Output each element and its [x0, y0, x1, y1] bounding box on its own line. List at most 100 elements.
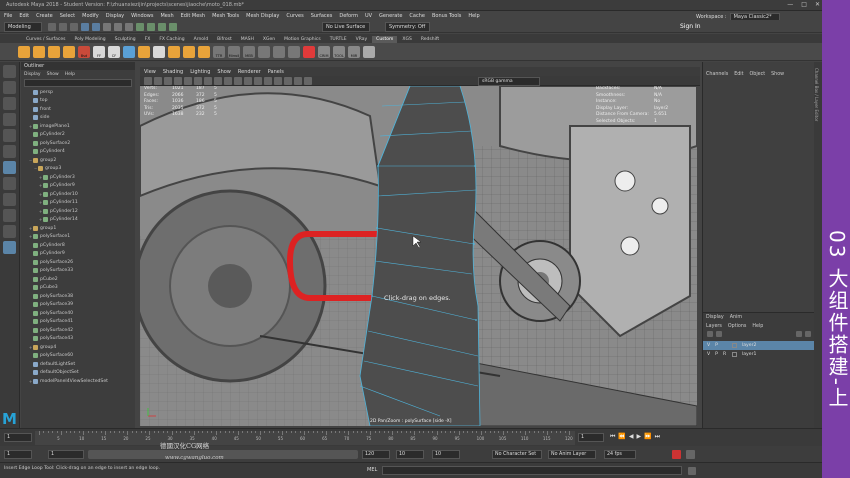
outliner-item[interactable]: polySurface42: [21, 326, 135, 335]
symmetry-dropdown[interactable]: Symmetry: Off: [385, 22, 430, 32]
layer-row[interactable]: V P Rlayer1: [703, 350, 815, 359]
camera-select-icon[interactable]: [144, 77, 152, 85]
outliner-menu-help[interactable]: Help: [65, 72, 75, 77]
shelf-tab-xgen[interactable]: XGen: [259, 36, 279, 43]
viewport-menu-show[interactable]: Show: [217, 69, 231, 75]
layer-visible-toggle[interactable]: V: [707, 343, 710, 348]
outliner-item[interactable]: defaultObjectSet: [21, 369, 135, 378]
layer-tab-anim[interactable]: Anim: [730, 315, 742, 320]
channel-menu-show[interactable]: Show: [771, 72, 784, 77]
shelf-button-9[interactable]: [138, 45, 150, 58]
shelf-button-11[interactable]: [168, 45, 180, 58]
outliner-item[interactable]: polySurface26: [21, 258, 135, 267]
layer-menu-help[interactable]: Help: [752, 324, 763, 329]
outliner-item[interactable]: pCylinder9: [21, 250, 135, 259]
select-component-icon[interactable]: [125, 23, 133, 31]
channel-menu-channels[interactable]: Channels: [706, 72, 728, 77]
outliner-item[interactable]: polySurface41: [21, 318, 135, 327]
shelf-tab-poly-modeling[interactable]: Poly Modeling: [71, 36, 110, 43]
menu-curves[interactable]: Curves: [286, 13, 303, 19]
new-scene-icon[interactable]: [48, 23, 56, 31]
outliner-item[interactable]: pCube3: [21, 284, 135, 293]
shelf-tab-vray[interactable]: VRay: [352, 36, 372, 43]
textured-icon[interactable]: [264, 77, 272, 85]
layer-playback-toggle[interactable]: P: [715, 343, 718, 348]
shelf-tab-fx-caching[interactable]: FX Caching: [155, 36, 188, 43]
smooth-shade-icon[interactable]: [254, 77, 262, 85]
time-ticks[interactable]: 5 10 15 20 25 30 35 40 45 50 55 60 65 70 75 80 85 90 95 100…: [35, 431, 575, 445]
shelf-button-4[interactable]: [63, 45, 75, 58]
layout-persp-icon[interactable]: [3, 241, 16, 254]
shelf-button-23[interactable]: MIR: [348, 45, 360, 58]
outliner-menu-display[interactable]: Display: [24, 72, 41, 77]
rotate-tool-icon[interactable]: [3, 129, 16, 142]
layer-tab-display[interactable]: Display: [706, 315, 724, 320]
menuset-dropdown[interactable]: Modeling: [4, 22, 42, 32]
move-tool-icon[interactable]: [3, 113, 16, 126]
step-back-icon[interactable]: ⏪: [618, 433, 625, 441]
shelf-tab-bifrost[interactable]: Bifrost: [213, 36, 236, 43]
shelf-tab-curves-surfaces[interactable]: Curves / Surfaces: [22, 36, 70, 43]
close-button[interactable]: ✕: [815, 1, 820, 8]
outliner-item[interactable]: + pCylinder10: [21, 190, 135, 199]
layer-visible-toggle[interactable]: V: [707, 352, 710, 357]
outliner-item[interactable]: top: [21, 97, 135, 106]
channel-menu-edit[interactable]: Edit: [734, 72, 743, 77]
viewport-menu-panels[interactable]: Panels: [268, 69, 284, 75]
lasso-tool-icon[interactable]: [3, 81, 16, 94]
resolution-gate-icon[interactable]: [204, 77, 212, 85]
outliner-item[interactable]: − group2: [21, 156, 135, 165]
layer-color-swatch[interactable]: [731, 352, 737, 357]
redo-icon[interactable]: [92, 23, 100, 31]
shelf-button-16[interactable]: MEB: [243, 45, 255, 58]
outliner-item[interactable]: + polySurface1: [21, 233, 135, 242]
layer-color-swatch[interactable]: [731, 343, 737, 348]
outliner-item[interactable]: + pCylinder11: [21, 199, 135, 208]
character-set-dropdown[interactable]: No Character Set: [492, 450, 542, 459]
menu-mesh-tools[interactable]: Mesh Tools: [212, 13, 239, 19]
shelf-tab-arnold[interactable]: Arnold: [190, 36, 213, 43]
layout-outliner-icon[interactable]: [3, 225, 16, 238]
outliner-item[interactable]: defaultLightSet: [21, 360, 135, 369]
shelf-button-18[interactable]: [273, 45, 285, 58]
shelf-button-19[interactable]: [288, 45, 300, 58]
play-forward-icon[interactable]: ▶: [637, 433, 642, 441]
shelf-button-21[interactable]: CRIM: [318, 45, 330, 58]
range-start-field[interactable]: 1: [4, 450, 32, 459]
fps-dropdown[interactable]: 24 fps: [604, 450, 636, 459]
outliner-item[interactable]: polySurface2: [21, 139, 135, 148]
menu-edit[interactable]: Edit: [19, 13, 29, 19]
outliner-search-input[interactable]: [24, 79, 132, 87]
outliner-item[interactable]: polySurface33: [21, 267, 135, 276]
menu-help[interactable]: Help: [468, 13, 479, 19]
go-end-icon[interactable]: ⏭: [655, 433, 660, 441]
grid-icon[interactable]: [184, 77, 192, 85]
outliner-item[interactable]: − group3: [21, 165, 135, 174]
layer-menu-layers[interactable]: Layers: [706, 324, 722, 329]
xray-icon[interactable]: [294, 77, 302, 85]
shelf-tab-sculpting[interactable]: Sculpting: [111, 36, 140, 43]
menu-create[interactable]: Create: [36, 13, 53, 19]
outliner-item[interactable]: polySurface38: [21, 292, 135, 301]
menu-surfaces[interactable]: Surfaces: [311, 13, 333, 19]
select-hierarchy-icon[interactable]: [103, 23, 111, 31]
viewport-menu-lighting[interactable]: Lighting: [190, 69, 210, 75]
menu-deform[interactable]: Deform: [339, 13, 358, 19]
time-start-field[interactable]: 1: [4, 433, 32, 442]
shelf-button-22[interactable]: TOOL: [333, 45, 345, 58]
outliner-item[interactable]: + modelPanel4ViewSelectedSet: [21, 377, 135, 386]
menu-windows[interactable]: Windows: [131, 13, 153, 19]
layer-menu-options[interactable]: Options: [728, 324, 747, 329]
menu-mesh[interactable]: Mesh: [160, 13, 173, 19]
menu-mesh-display[interactable]: Mesh Display: [246, 13, 279, 19]
range-inner-start-field[interactable]: 1: [48, 450, 84, 459]
layout-side-icon[interactable]: [3, 209, 16, 222]
menu-generate[interactable]: Generate: [379, 13, 402, 19]
paint-select-icon[interactable]: [3, 97, 16, 110]
max-field[interactable]: 10: [432, 450, 460, 459]
outliner-item[interactable]: + pCylinder12: [21, 207, 135, 216]
outliner-item[interactable]: polySurface39: [21, 301, 135, 310]
shelf-button-10[interactable]: [153, 45, 165, 58]
scale-tool-icon[interactable]: [3, 145, 16, 158]
anim-end-field[interactable]: 10: [396, 450, 424, 459]
